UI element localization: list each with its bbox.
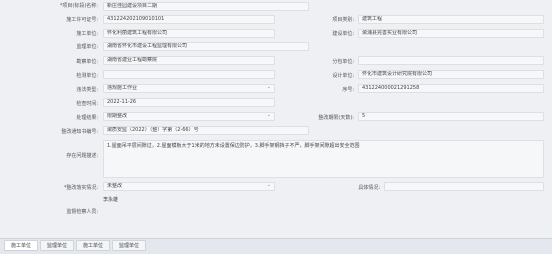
- subcontract-unit-label: 分包单位:: [332, 59, 354, 65]
- project-name-label: *项目(标段)名称:: [59, 3, 98, 9]
- project-type-field[interactable]: 建筑工程: [358, 15, 544, 24]
- check-time-field[interactable]: 2022-11-26: [103, 98, 275, 107]
- rectify-status-label: *整改落实情况:: [63, 185, 98, 191]
- serial-no-label: 序号:: [342, 87, 354, 93]
- handling-result-label: 处理结果:: [76, 115, 98, 121]
- construction-permit-field[interactable]: 431224202109010101: [103, 15, 275, 24]
- rectify-notice-label: 整改通知书编号:: [61, 129, 98, 135]
- survey-unit-label: 勘察单位:: [76, 59, 98, 65]
- handling-result-select[interactable]: 限期整改: [103, 112, 275, 121]
- supervisor-value: 李永雄: [103, 197, 119, 203]
- rectify-status-select[interactable]: 未整改: [103, 182, 275, 191]
- tab-supervision-unit-2[interactable]: 监理单位: [112, 240, 147, 251]
- supervision-unit-label: 监理单位:: [76, 44, 98, 50]
- violation-type-select[interactable]: 违规施工作业: [103, 84, 275, 93]
- project-type-label: 项目类别:: [332, 17, 354, 23]
- rectify-notice-field[interactable]: 溆质安监（2022）（整）字第（2-66）号: [103, 126, 309, 135]
- testing-unit-label: 检测单位:: [76, 73, 98, 79]
- rectify-deadline-label: 整改期限(天数):: [318, 115, 354, 121]
- construction-permit-label: 施工许可证号:: [66, 17, 98, 23]
- supervision-unit-field[interactable]: 湖南省怀化市建设工程监理有限公司: [103, 42, 309, 51]
- design-unit-label: 设计单位:: [332, 73, 354, 79]
- tab-construction-unit-2[interactable]: 施工单位: [76, 240, 111, 251]
- serial-no-field[interactable]: 431224000021291258: [358, 84, 544, 93]
- subcontract-unit-field[interactable]: [358, 56, 544, 65]
- construction-unit-label: 施工单位:: [76, 31, 98, 37]
- problem-desc-label: 存在问题描述:: [66, 153, 98, 159]
- rectify-deadline-field[interactable]: 5: [358, 112, 544, 121]
- design-unit-field[interactable]: 怀化市建筑设计研究院有限公司: [358, 70, 544, 79]
- testing-unit-field[interactable]: [103, 70, 275, 79]
- tab-construction-unit-1[interactable]: 施工单位: [4, 240, 39, 251]
- problem-desc-textarea[interactable]: 1.屋面吊平层间隙过，2.屋面模板大于1米的地方未设置保边防护，3.脚手架钢挡子…: [103, 140, 544, 178]
- specific-status-label: 具体情况:: [358, 185, 380, 191]
- check-time-label: 检查时间:: [76, 101, 98, 107]
- tab-supervision-unit-1[interactable]: 监理单位: [40, 240, 75, 251]
- supervisor-label: 监督检察人员:: [66, 209, 98, 215]
- builder-unit-label: 建设单位:: [332, 31, 354, 37]
- builder-unit-field[interactable]: 溆浦县完善实业有限公司: [358, 29, 544, 38]
- construction-unit-field[interactable]: 怀化利丽建筑工程有限公司: [103, 29, 275, 38]
- violation-type-label: 违法类型:: [76, 87, 98, 93]
- project-name-field[interactable]: 新庄佳园建设项目二期: [103, 2, 309, 11]
- specific-status-field[interactable]: [384, 182, 544, 191]
- survey-unit-field[interactable]: 湖南省建业工程勘察院: [103, 56, 275, 65]
